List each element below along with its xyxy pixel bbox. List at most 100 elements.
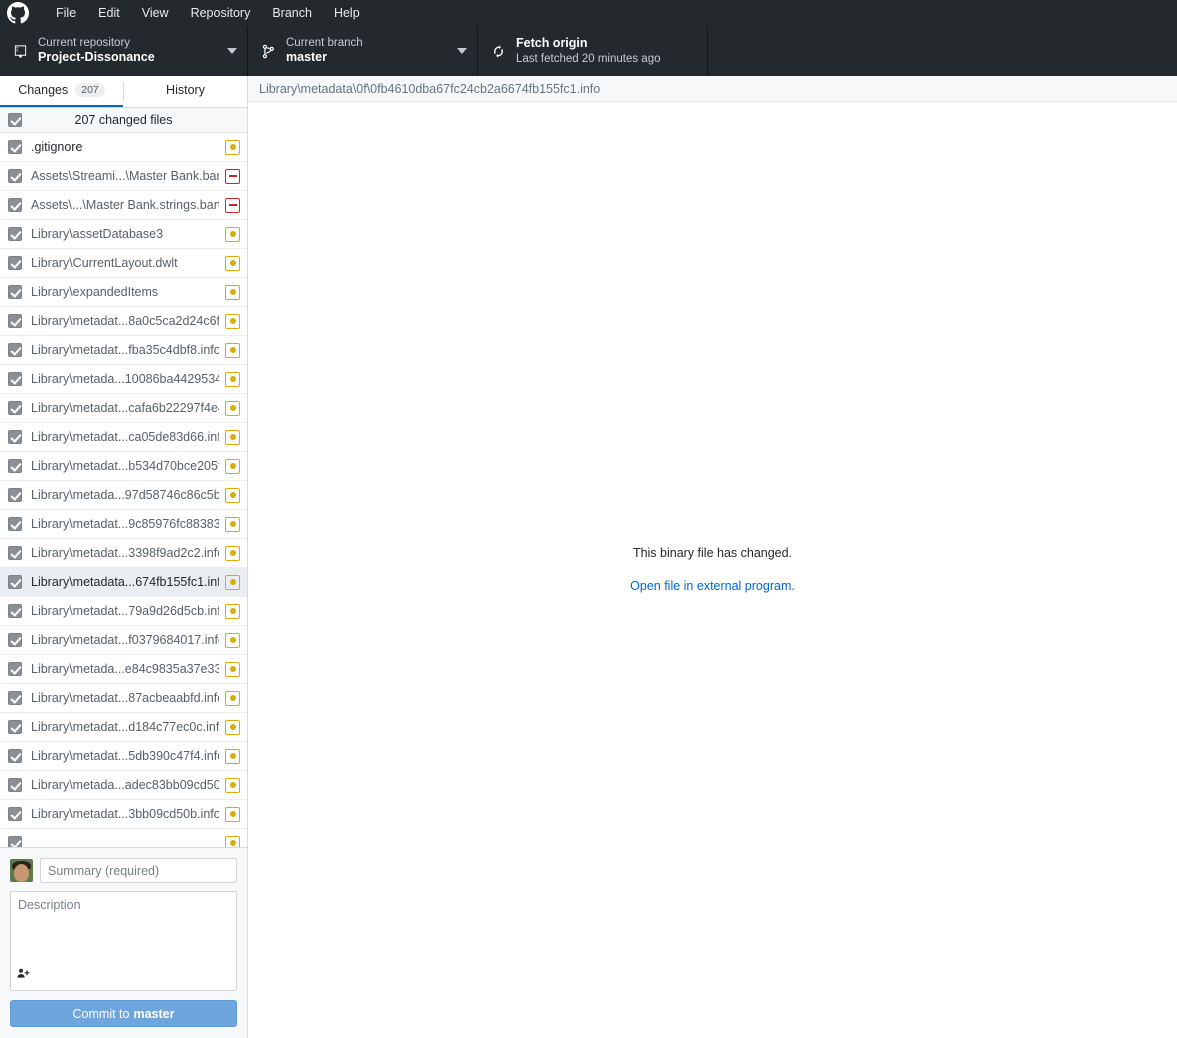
toolbar-empty-region xyxy=(708,26,1177,76)
file-row[interactable]: Library\CurrentLayout.dwlt xyxy=(0,249,247,279)
tab-changes-label: Changes xyxy=(18,83,69,98)
tab-changes[interactable]: Changes 207 xyxy=(0,76,123,107)
file-name: Library\metada...10086ba44295342 xyxy=(31,372,219,387)
file-checkbox[interactable] xyxy=(8,517,22,532)
file-row[interactable]: Library\metada...10086ba44295342 xyxy=(0,365,247,395)
current-branch-button[interactable]: Current branch master xyxy=(248,26,478,76)
file-row[interactable]: Library\metadat...87acbeaabfd.info xyxy=(0,684,247,714)
file-checkbox[interactable] xyxy=(8,488,22,503)
file-checkbox[interactable] xyxy=(8,691,22,706)
add-co-author-icon[interactable] xyxy=(17,967,30,985)
file-name: Assets\Streami...\Master Bank.bank xyxy=(31,169,219,184)
file-name: Library\metadat...3bb09cd50b.info xyxy=(31,807,219,822)
file-checkbox[interactable] xyxy=(8,198,22,213)
file-checkbox[interactable] xyxy=(8,546,22,561)
status-modified-icon xyxy=(225,371,240,387)
file-checkbox[interactable] xyxy=(8,314,22,329)
status-deleted-icon xyxy=(225,168,240,184)
file-row[interactable]: Library\metadat...fba35c4dbf8.info xyxy=(0,336,247,366)
file-row[interactable]: Library\metada...e84c9835a37e333 xyxy=(0,655,247,685)
menu-item-branch[interactable]: Branch xyxy=(261,3,323,23)
file-checkbox[interactable] xyxy=(8,749,22,764)
file-name: Assets\...\Master Bank.strings.bank xyxy=(31,198,219,213)
file-row[interactable]: Library\metadat...b534d70bce205fa xyxy=(0,452,247,482)
changed-files-list[interactable]: .gitignore Assets\Streami...\Master Bank.… xyxy=(0,133,247,847)
status-modified-icon xyxy=(225,835,240,847)
file-checkbox[interactable] xyxy=(8,372,22,387)
file-checkbox[interactable] xyxy=(8,430,22,445)
file-name: Library\metadat...cafa6b22297f4e4f xyxy=(31,401,219,416)
commit-description-field[interactable]: Description xyxy=(10,891,237,991)
menu-items: File Edit View Repository Branch Help xyxy=(45,3,371,23)
status-modified-icon xyxy=(225,661,240,677)
file-checkbox[interactable] xyxy=(8,778,22,793)
file-name: Library\metadat...d184c77ec0c.info xyxy=(31,720,219,735)
file-checkbox[interactable] xyxy=(8,807,22,822)
file-path-breadcrumb: Library\metadata\0f\0fb4610dba67fc24cb2a… xyxy=(248,76,1177,102)
open-file-external-link[interactable]: Open file in external program. xyxy=(630,579,795,593)
file-row[interactable]: Library\metadat...3bb09cd50b.info xyxy=(0,800,247,830)
file-name: Library\metadat...9c85976fc88383a xyxy=(31,517,219,532)
fetch-origin-button[interactable]: Fetch origin Last fetched 20 minutes ago xyxy=(478,26,708,76)
current-branch-value: master xyxy=(286,50,327,65)
menu-item-repository[interactable]: Repository xyxy=(180,3,262,23)
commit-description-placeholder: Description xyxy=(18,898,81,912)
commit-form: Description Commit to master xyxy=(0,847,247,1038)
status-modified-icon xyxy=(225,748,240,764)
file-row[interactable]: Assets\...\Master Bank.strings.bank xyxy=(0,191,247,221)
file-row[interactable]: Library\metadat...8a0c5ca2d24c6f7 xyxy=(0,307,247,337)
file-row[interactable]: Library\metadat...79a9d26d5cb.info xyxy=(0,597,247,627)
select-all-checkbox[interactable] xyxy=(8,112,22,127)
file-row[interactable]: Library\metadat...f0379684017.info xyxy=(0,626,247,656)
file-row[interactable]: Library\metada...97d58746c86c5b8 xyxy=(0,481,247,511)
current-repository-button[interactable]: Current repository Project-Dissonance xyxy=(0,26,248,76)
file-checkbox[interactable] xyxy=(8,836,22,847)
tab-history[interactable]: History xyxy=(124,76,247,107)
file-row[interactable]: Library\metadat...5db390c47f4.info xyxy=(0,742,247,772)
commit-to-branch-button[interactable]: Commit to master xyxy=(10,1000,237,1027)
menu-item-edit[interactable]: Edit xyxy=(87,3,131,23)
file-row[interactable] xyxy=(0,829,247,847)
status-modified-icon xyxy=(225,342,240,358)
file-row[interactable]: Assets\Streami...\Master Bank.bank xyxy=(0,162,247,192)
file-checkbox[interactable] xyxy=(8,227,22,242)
file-checkbox[interactable] xyxy=(8,285,22,300)
file-row[interactable]: Library\metada...adec83bb09cd50b xyxy=(0,771,247,801)
file-checkbox[interactable] xyxy=(8,662,22,677)
file-checkbox[interactable] xyxy=(8,256,22,271)
file-row[interactable]: Library\metadat...9c85976fc88383a xyxy=(0,510,247,540)
file-row[interactable]: Library\expandedItems xyxy=(0,278,247,308)
file-row[interactable]: Library\metadata...674fb155fc1.info xyxy=(0,568,247,598)
file-name: Library\metadat...fba35c4dbf8.info xyxy=(31,343,219,358)
current-repository-value: Project-Dissonance xyxy=(38,50,155,65)
file-name: Library\metadata...674fb155fc1.info xyxy=(31,575,219,590)
file-row[interactable]: Library\assetDatabase3 xyxy=(0,220,247,250)
content-pane: Library\metadata\0f\0fb4610dba67fc24cb2a… xyxy=(248,76,1177,1038)
status-modified-icon xyxy=(225,429,240,445)
status-modified-icon xyxy=(225,603,240,619)
file-name: Library\metadat...8a0c5ca2d24c6f7 xyxy=(31,314,219,329)
file-name: Library\metada...adec83bb09cd50b xyxy=(31,778,219,793)
commit-summary-input[interactable] xyxy=(40,858,237,883)
file-checkbox[interactable] xyxy=(8,459,22,474)
status-modified-icon xyxy=(225,806,240,822)
file-row[interactable]: Library\metadat...cafa6b22297f4e4f xyxy=(0,394,247,424)
file-checkbox[interactable] xyxy=(8,575,22,590)
file-checkbox[interactable] xyxy=(8,720,22,735)
menu-item-file[interactable]: File xyxy=(45,3,87,23)
fetch-origin-text: Fetch origin Last fetched 20 minutes ago xyxy=(516,36,697,66)
github-octocat-icon[interactable] xyxy=(7,2,29,24)
menu-item-view[interactable]: View xyxy=(131,3,180,23)
file-row[interactable]: .gitignore xyxy=(0,133,247,163)
file-row[interactable]: Library\metadat...ca05de83d66.info xyxy=(0,423,247,453)
file-checkbox[interactable] xyxy=(8,604,22,619)
file-checkbox[interactable] xyxy=(8,140,22,155)
menu-item-help[interactable]: Help xyxy=(323,3,371,23)
file-checkbox[interactable] xyxy=(8,343,22,358)
file-row[interactable]: Library\metadat...d184c77ec0c.info xyxy=(0,713,247,743)
file-row[interactable]: Library\metadat...3398f9ad2c2.info xyxy=(0,539,247,569)
file-checkbox[interactable] xyxy=(8,401,22,416)
file-checkbox[interactable] xyxy=(8,633,22,648)
file-name: Library\CurrentLayout.dwlt xyxy=(31,256,178,271)
file-checkbox[interactable] xyxy=(8,169,22,184)
